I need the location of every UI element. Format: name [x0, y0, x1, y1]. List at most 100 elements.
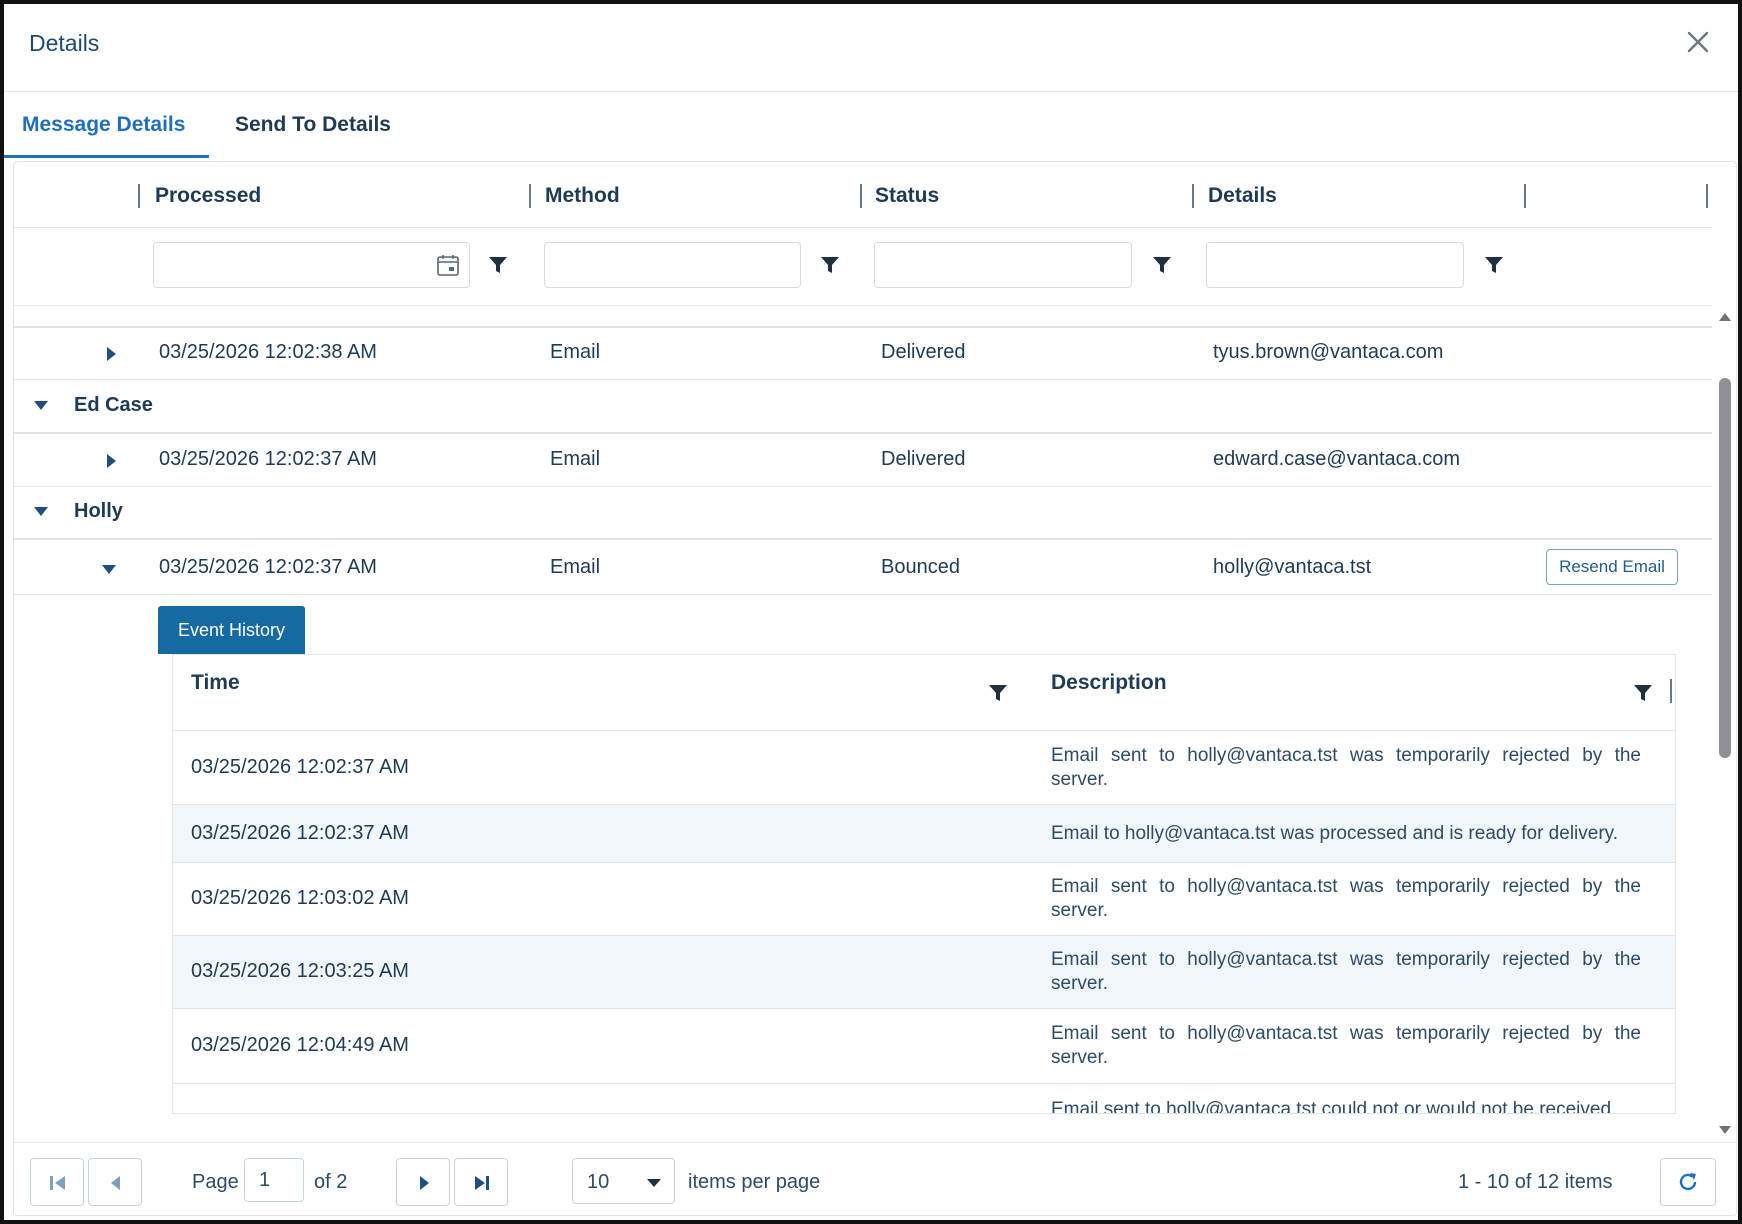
- filter-row: [14, 228, 1712, 306]
- filter-icon[interactable]: [1152, 255, 1172, 275]
- event-history-grid: Time Description 03/25/2026 12:02:37 AM …: [172, 654, 1676, 1114]
- event-row: 03/25/2026 12:02:37 AM Email sent to hol…: [173, 732, 1675, 805]
- event-history-header: Time Description: [173, 655, 1675, 731]
- method-cell: Email: [550, 341, 601, 363]
- processed-cell: 03/25/2026 12:02:37 AM: [159, 448, 377, 470]
- processed-cell: 03/25/2026 12:02:37 AM: [159, 556, 377, 578]
- page-label: Page: [192, 1171, 239, 1193]
- processed-cell: 03/25/2026 12:02:38 AM: [159, 341, 377, 363]
- scrollbar-thumb[interactable]: [1719, 378, 1731, 758]
- pager: Page 1 of 2 10 items per page 1 - 10 of …: [14, 1142, 1736, 1215]
- table-row[interactable]: 03/25/2026 12:02:37 AM Email Delivered e…: [14, 434, 1712, 486]
- expand-row-icon[interactable]: [102, 345, 120, 363]
- column-resize-handle[interactable]: [1192, 184, 1194, 208]
- close-icon[interactable]: [1682, 26, 1714, 58]
- refresh-button[interactable]: [1660, 1158, 1716, 1206]
- row-divider: [14, 594, 1712, 595]
- row-divider: [14, 379, 1712, 380]
- column-resize-handle[interactable]: [1706, 184, 1708, 208]
- messages-grid: Processed Method Status Details 03/25/20…: [13, 161, 1737, 1216]
- first-page-icon: [50, 1176, 65, 1190]
- column-header-method[interactable]: Method: [545, 184, 620, 208]
- event-row: 03/25/2026 12:03:02 AM Email sent to hol…: [173, 863, 1675, 936]
- column-resize-handle[interactable]: [1524, 184, 1526, 208]
- previous-page-button[interactable]: [88, 1158, 142, 1206]
- column-header-description[interactable]: Description: [1051, 671, 1167, 695]
- event-description: Email sent to holly@vantaca.tst was temp…: [1051, 1023, 1641, 1068]
- previous-page-icon: [111, 1176, 120, 1190]
- group-header[interactable]: Holly: [74, 500, 123, 523]
- event-row: Email sent to holly@vantaca.tst could no…: [173, 1084, 1675, 1114]
- event-row: 03/25/2026 12:02:37 AM Email to holly@va…: [173, 805, 1675, 863]
- collapse-group-icon[interactable]: [32, 396, 50, 414]
- next-page-icon: [420, 1176, 429, 1190]
- first-page-button[interactable]: [30, 1158, 84, 1206]
- column-resize-handle[interactable]: [860, 184, 862, 208]
- tab-event-history[interactable]: Event History: [158, 606, 305, 654]
- next-page-button[interactable]: [396, 1158, 450, 1206]
- column-header-processed[interactable]: Processed: [155, 184, 261, 208]
- items-per-page-label: items per page: [688, 1171, 821, 1193]
- event-description: Email to holly@vantaca.tst was processed…: [1051, 823, 1619, 844]
- event-time: 03/25/2026 12:03:25 AM: [191, 960, 409, 982]
- processed-date-filter[interactable]: [153, 242, 470, 288]
- details-cell: edward.case@vantaca.com: [1213, 448, 1461, 470]
- resend-email-button[interactable]: Resend Email: [1546, 549, 1678, 585]
- column-resize-handle[interactable]: [1670, 679, 1672, 703]
- event-time: 03/25/2026 12:04:49 AM: [191, 1034, 409, 1056]
- details-dialog: Details Message Details Send To Details …: [0, 0, 1742, 1224]
- event-description: Email sent to holly@vantaca.tst was temp…: [1051, 876, 1641, 921]
- status-filter-input[interactable]: [874, 242, 1132, 288]
- scroll-up-icon[interactable]: [1718, 310, 1732, 324]
- collapse-group-icon[interactable]: [32, 502, 50, 520]
- grid-scrollbar[interactable]: [1713, 306, 1736, 1142]
- column-resize-handle[interactable]: [529, 184, 531, 208]
- filter-icon[interactable]: [1633, 683, 1653, 703]
- page-number-input[interactable]: 1: [244, 1158, 304, 1202]
- expand-row-icon[interactable]: [102, 452, 120, 470]
- tab-send-to-details[interactable]: Send To Details: [235, 92, 391, 158]
- event-time: 03/25/2026 12:03:02 AM: [191, 887, 409, 909]
- status-cell: Delivered: [881, 448, 966, 470]
- event-description: Email sent to holly@vantaca.tst was temp…: [1051, 745, 1641, 790]
- tab-message-details[interactable]: Message Details: [4, 92, 209, 158]
- scroll-down-icon[interactable]: [1718, 1123, 1732, 1137]
- last-page-icon: [475, 1176, 489, 1190]
- calendar-icon[interactable]: [436, 253, 460, 277]
- details-cell: holly@vantaca.tst: [1213, 556, 1372, 578]
- collapse-row-icon[interactable]: [100, 560, 118, 578]
- filter-icon[interactable]: [488, 255, 508, 275]
- tab-bar: Message Details Send To Details: [4, 92, 1738, 158]
- event-row: 03/25/2026 12:04:49 AM Email sent to hol…: [173, 1009, 1675, 1084]
- filter-icon[interactable]: [988, 683, 1008, 703]
- event-description: Email sent to holly@vantaca.tst could no…: [1051, 1099, 1612, 1114]
- page-size-value: 10: [587, 1171, 610, 1193]
- last-page-button[interactable]: [454, 1158, 508, 1206]
- grid-header: Processed Method Status Details: [14, 162, 1712, 228]
- filter-icon[interactable]: [1484, 255, 1504, 275]
- dialog-header: Details: [4, 4, 1738, 92]
- column-resize-handle[interactable]: [138, 184, 140, 208]
- group-header[interactable]: Ed Case: [74, 394, 153, 417]
- event-row: 03/25/2026 12:03:25 AM Email sent to hol…: [173, 936, 1675, 1009]
- method-cell: Email: [550, 448, 601, 470]
- event-time: 03/25/2026 12:02:37 AM: [191, 756, 409, 778]
- page-size-dropdown[interactable]: 10: [572, 1158, 675, 1204]
- column-header-details[interactable]: Details: [1208, 184, 1277, 208]
- details-cell: tyus.brown@vantaca.com: [1213, 341, 1444, 363]
- status-cell: Bounced: [881, 556, 960, 578]
- method-filter-input[interactable]: [544, 242, 801, 288]
- column-header-time[interactable]: Time: [191, 671, 240, 695]
- refresh-icon: [1679, 1173, 1697, 1191]
- event-description: Email sent to holly@vantaca.tst was temp…: [1051, 949, 1641, 994]
- row-divider: [14, 486, 1712, 487]
- filter-icon[interactable]: [820, 255, 840, 275]
- event-time: 03/25/2026 12:02:37 AM: [191, 822, 409, 844]
- grid-body: 03/25/2026 12:02:38 AM Email Delivered t…: [14, 306, 1712, 1142]
- status-cell: Delivered: [881, 341, 966, 363]
- column-header-status[interactable]: Status: [875, 184, 939, 208]
- table-row[interactable]: 03/25/2026 12:02:38 AM Email Delivered t…: [14, 327, 1712, 379]
- table-row[interactable]: 03/25/2026 12:02:37 AM Email Bounced hol…: [14, 540, 1712, 594]
- method-cell: Email: [550, 556, 601, 578]
- details-filter-input[interactable]: [1206, 242, 1464, 288]
